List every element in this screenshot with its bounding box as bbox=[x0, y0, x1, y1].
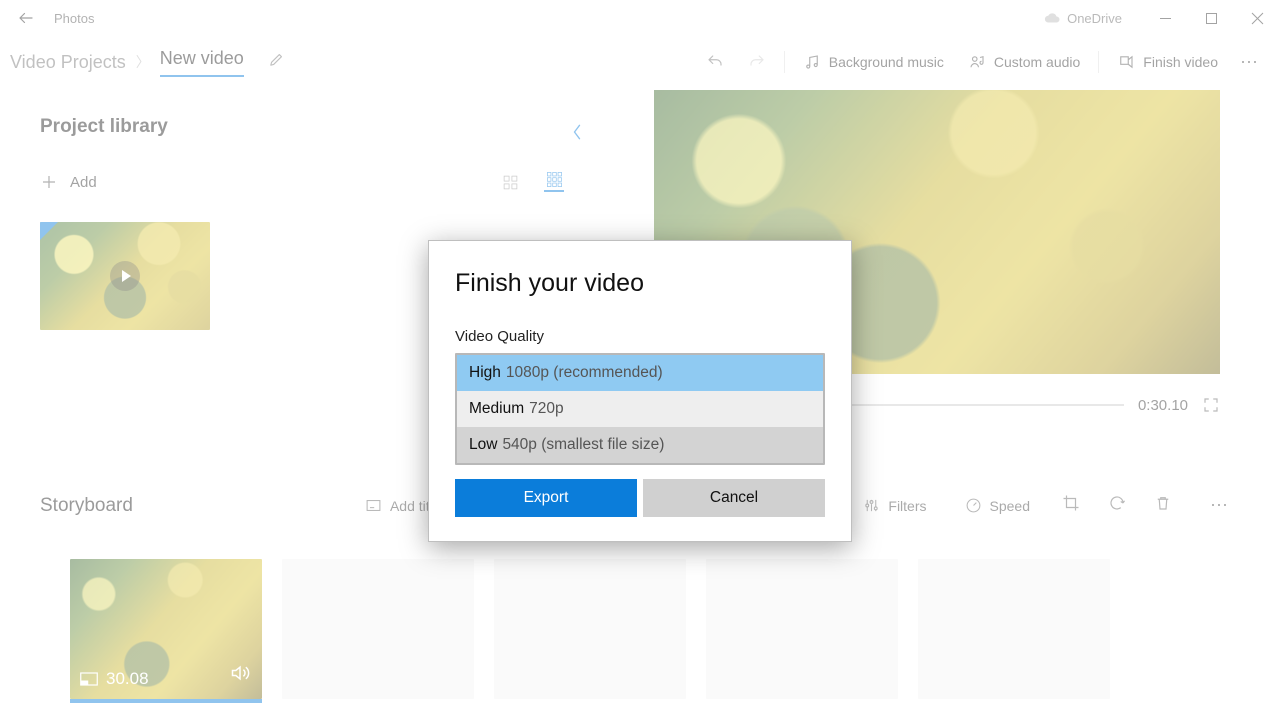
cancel-button[interactable]: Cancel bbox=[643, 479, 825, 517]
dialog-title: Finish your video bbox=[455, 269, 825, 298]
quality-option-high[interactable]: High 1080p (recommended) bbox=[457, 355, 823, 391]
quality-option-low[interactable]: Low 540p (smallest file size) bbox=[457, 427, 823, 463]
quality-option-medium[interactable]: Medium 720p bbox=[457, 391, 823, 427]
modal-backdrop: Finish your video Video Quality High 108… bbox=[0, 0, 1280, 720]
video-quality-label: Video Quality bbox=[455, 328, 825, 345]
export-button[interactable]: Export bbox=[455, 479, 637, 517]
finish-video-dialog: Finish your video Video Quality High 108… bbox=[428, 240, 852, 542]
video-quality-select[interactable]: High 1080p (recommended) Medium 720p Low… bbox=[455, 353, 825, 465]
